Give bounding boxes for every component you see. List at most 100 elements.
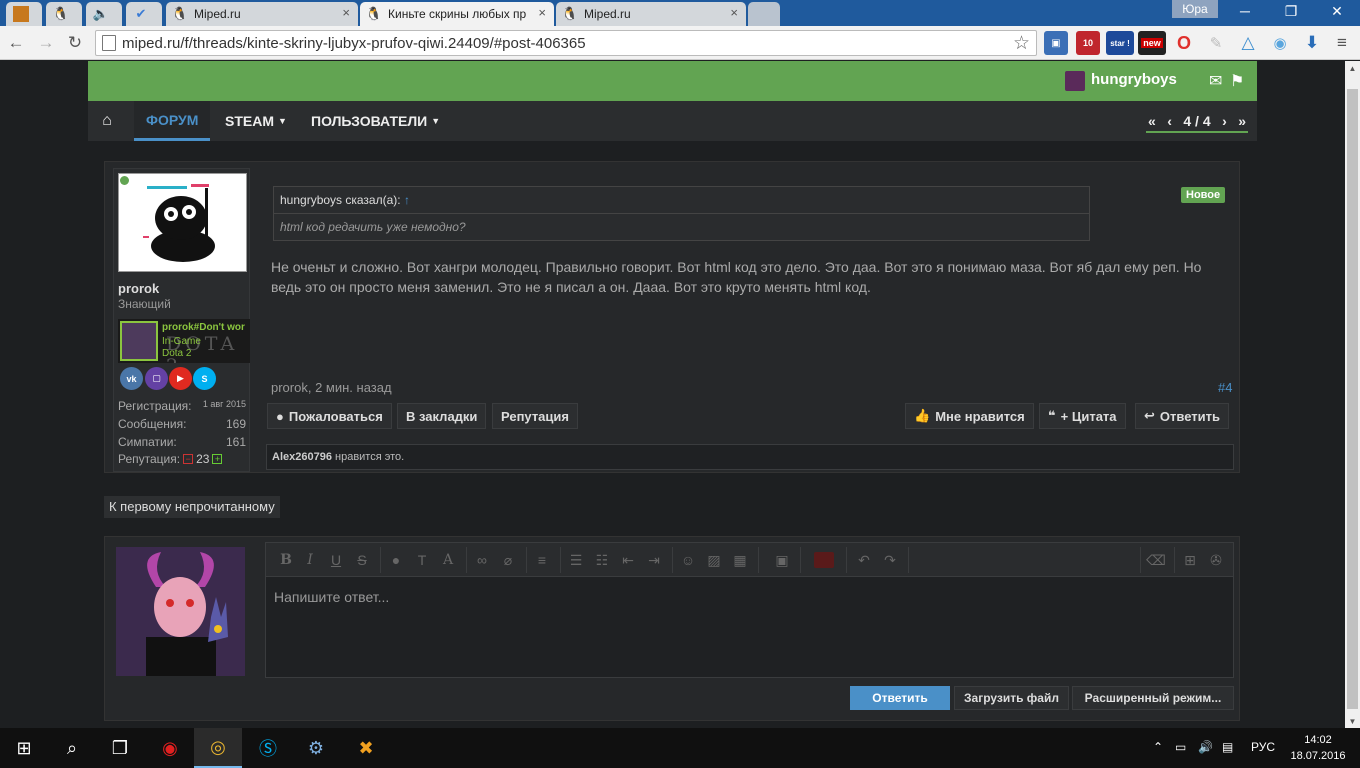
profile-button[interactable]: Юра [1172, 0, 1218, 18]
wrench-icon[interactable]: ✇ [1208, 552, 1224, 568]
task-view-icon[interactable]: ❐ [96, 728, 144, 768]
nav-forum[interactable]: ФОРУМ [134, 101, 211, 141]
undo-icon[interactable]: ↶ [856, 552, 872, 568]
download-icon[interactable]: ⬇ [1300, 31, 1324, 55]
forward-icon[interactable]: → [35, 32, 57, 54]
scroll-up-icon[interactable]: ▲ [1345, 61, 1360, 75]
close-icon[interactable]: × [730, 5, 738, 20]
flag-icon[interactable]: ⚑ [1230, 71, 1244, 91]
reply-placeholder[interactable]: Напишите ответ... [274, 589, 389, 605]
tab-active-thread[interactable]: 🐧 Киньте скрины любых пр × [360, 2, 554, 26]
reply-button[interactable]: ↩ Ответить [1135, 403, 1229, 429]
header-username[interactable]: hungryboys [1091, 71, 1177, 88]
outdent-icon[interactable]: ⇤ [620, 552, 636, 568]
save-draft-icon[interactable]: ▣ [774, 552, 790, 568]
tab-miped-2[interactable]: 🐧 Miped.ru × [556, 2, 746, 26]
media-icon[interactable]: ▦ [732, 552, 748, 568]
font-size-icon[interactable]: T [414, 552, 430, 568]
pinned-tab-1[interactable] [6, 2, 42, 26]
new-tab-button[interactable] [748, 2, 780, 26]
record-icon[interactable] [814, 552, 834, 568]
pinned-tab-3[interactable]: 🔈 [86, 2, 122, 26]
close-window-icon[interactable]: ✕ [1314, 0, 1360, 22]
quote-source-link[interactable]: ↑ [404, 193, 410, 207]
maximize-icon[interactable]: ❐ [1268, 0, 1314, 22]
pinned-tab-2[interactable]: 🐧 [46, 2, 82, 26]
eraser-icon[interactable]: ⌫ [1146, 552, 1166, 568]
network-icon[interactable]: ▭ [1175, 740, 1186, 754]
report-button[interactable]: ● Пожаловаться [267, 403, 392, 429]
new-extension-icon[interactable]: new [1138, 31, 1166, 55]
first-page-icon[interactable]: « [1148, 113, 1156, 129]
search-icon[interactable]: ⌕ [48, 728, 96, 768]
post-permalink[interactable]: #4 [1218, 380, 1232, 395]
chrome-icon[interactable]: ◎ [194, 728, 242, 768]
redo-icon[interactable]: ↷ [882, 552, 898, 568]
bold-icon[interactable]: B [278, 552, 294, 568]
twitch-icon[interactable]: ▢ [145, 367, 168, 390]
scroll-down-icon[interactable]: ▼ [1345, 714, 1360, 728]
rep-plus-icon[interactable]: + [212, 454, 223, 464]
expand-icon[interactable]: ⊞ [1182, 552, 1198, 568]
skype-icon[interactable]: S [193, 367, 216, 390]
envelope-icon[interactable]: ✉ [1209, 71, 1222, 91]
extension-vk-icon[interactable]: ▣ [1044, 31, 1068, 55]
menu-icon[interactable]: ≡ [1330, 31, 1354, 55]
numbered-list-icon[interactable]: ☷ [594, 552, 610, 568]
pinned-tab-4[interactable]: ✔ [126, 2, 162, 26]
link-icon[interactable]: ∞ [474, 552, 490, 568]
text-color-icon[interactable]: ● [388, 552, 404, 568]
indent-icon[interactable]: ⇥ [646, 552, 662, 568]
nav-users[interactable]: ПОЛЬЗОВАТЕЛИ ▼ [299, 101, 452, 141]
notification-icon[interactable]: ▤ [1222, 740, 1233, 754]
triangle-extension-icon[interactable]: △ [1236, 31, 1260, 55]
minimize-icon[interactable]: ─ [1222, 0, 1268, 22]
align-icon[interactable]: ≡ [534, 552, 550, 568]
tray-expand-icon[interactable]: ⌃ [1153, 740, 1163, 754]
nav-steam[interactable]: STEAM ▼ [213, 101, 299, 141]
home-icon[interactable]: ⌂ [88, 101, 126, 141]
volume-icon[interactable]: 🔊 [1198, 740, 1213, 754]
author-avatar[interactable] [118, 173, 247, 272]
eye-icon[interactable]: ◉ [1268, 31, 1292, 55]
first-unread-link[interactable]: К первому непрочитанному [104, 496, 280, 518]
address-bar[interactable]: miped.ru/f/threads/kinte-skriny-ljubyx-p… [95, 30, 1037, 56]
skype-taskbar-icon[interactable]: Ⓢ [244, 728, 292, 768]
close-icon[interactable]: × [538, 5, 546, 20]
clock[interactable]: 14:02 18.07.2016 [1288, 732, 1348, 764]
unlink-icon[interactable]: ⌀ [500, 552, 516, 568]
reply-avatar[interactable] [116, 547, 245, 676]
reputation-button[interactable]: Репутация [492, 403, 578, 429]
steam-icon[interactable]: ⚙ [292, 728, 340, 768]
steam-status-card[interactable]: DOTA 2 prorok#Don't wor In-Game Dota 2 [118, 319, 250, 363]
submit-reply-button[interactable]: Ответить [850, 686, 950, 710]
italic-icon[interactable]: I [302, 552, 318, 568]
prev-page-icon[interactable]: ‹ [1167, 113, 1172, 129]
bookmark-button[interactable]: В закладки [397, 403, 487, 429]
strikethrough-icon[interactable]: S [354, 552, 370, 568]
star-extension-icon[interactable]: star ! [1106, 31, 1134, 55]
user-avatar[interactable] [1065, 71, 1085, 91]
youtube-icon[interactable]: ▶ [169, 367, 192, 390]
tab-miped-1[interactable]: 🐧 Miped.ru × [166, 2, 358, 26]
next-page-icon[interactable]: › [1222, 113, 1227, 129]
back-icon[interactable]: ← [5, 32, 27, 54]
liker-link[interactable]: Alex260796 [272, 451, 332, 463]
windows-start-icon[interactable]: ⊞ [0, 728, 48, 768]
pen-icon[interactable]: ✎ [1204, 31, 1228, 55]
adblock-icon[interactable]: 10 [1076, 31, 1100, 55]
font-family-icon[interactable]: A [440, 552, 456, 568]
post-meta[interactable]: prorok, 2 мин. назад [271, 380, 392, 395]
post-author-name[interactable]: prorok [118, 281, 159, 296]
smiley-icon[interactable]: ☺ [680, 552, 696, 568]
page-scrollbar[interactable]: ▲ ▼ [1345, 61, 1360, 728]
reload-icon[interactable]: ↻ [64, 32, 86, 54]
advanced-mode-button[interactable]: Расширенный режим... [1072, 686, 1234, 710]
thread-pager[interactable]: « ‹ 4 / 4 › » [1146, 111, 1248, 133]
last-page-icon[interactable]: » [1238, 113, 1246, 129]
scrollbar-thumb[interactable] [1347, 89, 1358, 709]
image-icon[interactable]: ▨ [706, 552, 722, 568]
game-app-icon[interactable]: ✖ [342, 728, 390, 768]
vk-icon[interactable]: vk [120, 367, 143, 390]
quote-button[interactable]: ❝ + Цитата [1039, 403, 1126, 429]
